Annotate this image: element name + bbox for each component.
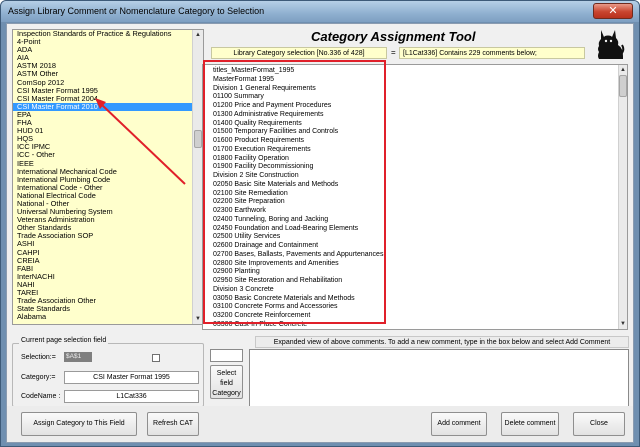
window-close-button[interactable]: ✕ <box>593 3 633 19</box>
category-field[interactable]: CSI Master Format 1995 <box>64 371 199 384</box>
codename-field[interactable]: L1Cat336 <box>64 390 199 403</box>
comment-list-item[interactable]: 03300 Cast-In-Place Concrete <box>213 321 383 330</box>
comment-list-item[interactable]: 02600 Drainage and Containment <box>213 242 383 251</box>
selection-value: $A$1 <box>64 352 92 362</box>
comments-list[interactable]: titles_MasterFormat_1995 MasterFormat 199… <box>202 64 628 330</box>
close-button[interactable]: Close <box>573 412 625 436</box>
assign-category-button[interactable]: Assign Category to This Field <box>21 412 137 436</box>
scroll-thumb[interactable] <box>619 75 627 97</box>
comment-list-item[interactable]: 01300 Administrative Requirements <box>213 111 383 120</box>
comment-list-item[interactable]: 02300 Earthwork <box>213 207 383 216</box>
comment-list-item[interactable]: 01700 Execution Requirements <box>213 146 383 155</box>
codename-label: CodeName : <box>21 393 61 400</box>
comment-list-item[interactable]: Division 2 Site Construction <box>213 172 383 181</box>
delete-comment-button[interactable]: Delete comment <box>501 412 559 436</box>
comment-list-item[interactable]: 03050 Basic Concrete Materials and Metho… <box>213 295 383 304</box>
comment-list-item[interactable]: 02050 Basic Site Materials and Methods <box>213 181 383 190</box>
comment-list-item[interactable]: 02450 Foundation and Load-Bearing Elemen… <box>213 225 383 234</box>
category-list-item[interactable]: CSI Master Format 2010 <box>13 102 193 111</box>
category-list-item[interactable]: InterNACHI <box>13 272 193 281</box>
category-list-item[interactable]: Inspection Standards of Practice & Regul… <box>13 30 193 38</box>
category-list[interactable]: Inspection Standards of Practice & Regul… <box>12 29 204 325</box>
current-selection-legend: Current page selection field <box>19 337 109 344</box>
library-category-selection-label: Library Category selection [No.336 of 42… <box>211 47 387 59</box>
refresh-cat-button[interactable]: Refresh CAT <box>147 412 199 436</box>
category-list-items: Inspection Standards of Practice & Regul… <box>13 30 193 321</box>
comment-list-item[interactable]: 02800 Site Improvements and Amenities <box>213 260 383 269</box>
equals-sign: = <box>391 48 396 57</box>
comment-list-item[interactable]: 01500 Temporary Facilities and Controls <box>213 128 383 137</box>
category-list-item[interactable]: Trade Association SOP <box>13 232 193 240</box>
comment-list-item[interactable]: 03200 Concrete Reinforcement <box>213 312 383 321</box>
window-title: Assign Library Comment or Nomenclature C… <box>8 6 265 16</box>
comment-list-item[interactable]: 02700 Bases, Ballasts, Pavements and App… <box>213 251 383 260</box>
selection-checkbox[interactable] <box>152 354 160 362</box>
comment-list-item[interactable]: 02200 Site Preparation <box>213 198 383 207</box>
scroll-thumb[interactable] <box>194 130 202 148</box>
comment-list-item[interactable]: 01200 Price and Payment Procedures <box>213 102 383 111</box>
category-contains-field: [L1Cat336] Contains 229 comments below; <box>399 47 585 59</box>
comment-list-item[interactable]: titles_MasterFormat_1995 <box>213 67 383 76</box>
comment-list-item[interactable]: Division 1 General Requirements <box>213 85 383 94</box>
comment-list-item[interactable]: 03100 Concrete Forms and Accessories <box>213 303 383 312</box>
comment-list-item[interactable]: MasterFormat 1995 <box>213 76 383 85</box>
comment-list-item[interactable]: 02400 Tunneling, Boring and Jacking <box>213 216 383 225</box>
comments-list-items: titles_MasterFormat_1995 MasterFormat 199… <box>213 67 383 330</box>
scroll-up-icon[interactable]: ▲ <box>619 65 627 75</box>
comment-list-item[interactable]: 02100 Site Remediation <box>213 190 383 199</box>
select-field-category-button[interactable]: Select field Category <box>210 365 243 399</box>
category-list-item[interactable]: Alabama <box>13 313 193 321</box>
category-list-item[interactable]: ASHI <box>13 240 193 248</box>
category-list-item[interactable]: NAHI <box>13 280 193 289</box>
selection-label: Selection:= <box>21 354 56 361</box>
add-comment-button[interactable]: Add comment <box>431 412 487 436</box>
comments-list-scrollbar[interactable]: ▲ ▼ <box>618 65 627 329</box>
category-list-item[interactable]: ICC - Other <box>13 151 193 159</box>
cat-silhouette-icon <box>598 30 625 59</box>
comment-list-item[interactable]: 01800 Facility Operation <box>213 155 383 164</box>
comment-list-item[interactable]: 02500 Utility Services <box>213 233 383 242</box>
scroll-up-icon[interactable]: ▲ <box>193 30 203 40</box>
comment-index-input[interactable] <box>210 349 243 362</box>
comment-list-item[interactable]: Division 3 Concrete <box>213 286 383 295</box>
category-list-item[interactable]: HUD 01 <box>13 127 193 135</box>
category-list-item[interactable]: CAHPI <box>13 248 193 257</box>
comment-list-item[interactable]: 01900 Facility Decommissioning <box>213 163 383 172</box>
comment-list-item[interactable]: 01600 Product Requirements <box>213 137 383 146</box>
category-list-item[interactable]: ADA <box>13 46 193 54</box>
scroll-down-icon[interactable]: ▼ <box>619 319 627 329</box>
title-bar: Assign Library Comment or Nomenclature C… <box>1 1 639 22</box>
comment-list-item[interactable]: 01100 Summary <box>213 93 383 102</box>
dialog-body: Inspection Standards of Practice & Regul… <box>6 23 634 443</box>
category-list-item[interactable]: CREIA <box>13 256 193 265</box>
category-label: Category:= <box>21 374 56 381</box>
comment-list-item[interactable]: 02900 Planting <box>213 268 383 277</box>
comment-list-item[interactable]: 01400 Quality Requirements <box>213 120 383 129</box>
app-window: Assign Library Comment or Nomenclature C… <box>0 0 640 447</box>
category-list-item[interactable]: 4-Point <box>13 37 193 46</box>
category-list-item[interactable]: EPA <box>13 110 193 119</box>
expanded-view-label: Expanded view of above comments. To add … <box>255 336 629 348</box>
comment-list-item[interactable]: 02950 Site Restoration and Rehabilitatio… <box>213 277 383 286</box>
tool-title: Category Assignment Tool <box>311 29 476 44</box>
